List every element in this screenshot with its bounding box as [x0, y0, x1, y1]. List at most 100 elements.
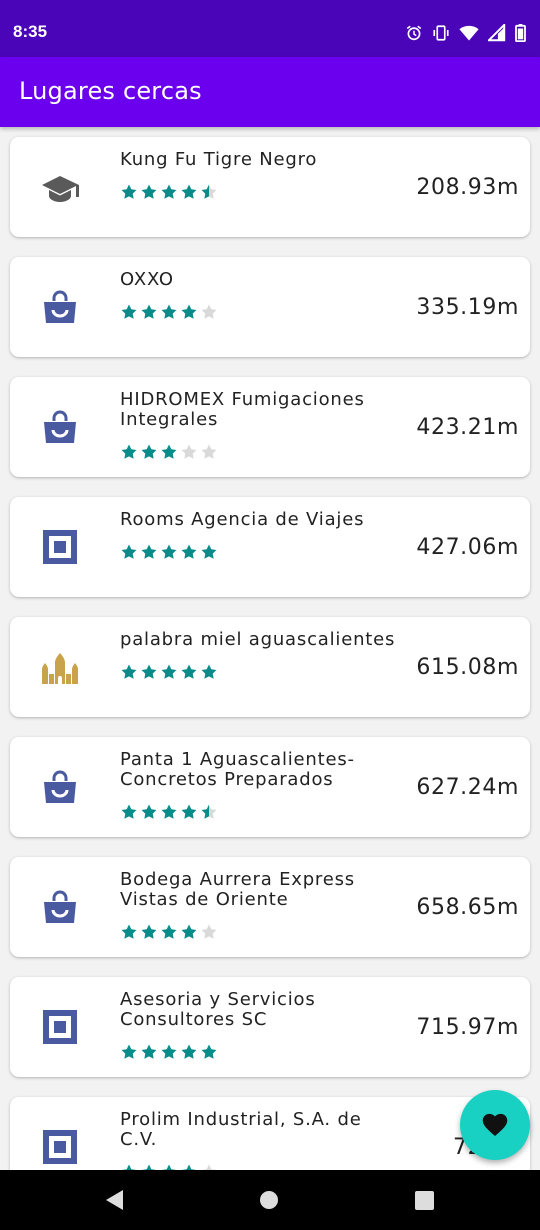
shopping-bag-icon	[40, 407, 80, 447]
heart-icon	[481, 1111, 509, 1139]
star-icon	[161, 1044, 177, 1059]
star-icon	[181, 924, 197, 939]
star-icon	[181, 664, 197, 679]
back-icon[interactable]	[103, 1189, 125, 1211]
star-icon	[141, 184, 157, 199]
recents-icon[interactable]	[413, 1189, 435, 1211]
generic-place-icon	[40, 527, 80, 567]
place-name: Bodega Aurrera Express Vistas de Oriente	[120, 870, 355, 910]
place-distance: 658.65m	[416, 895, 519, 920]
place-name: Asesoria y Servicios Consultores SC	[120, 990, 316, 1030]
star-icon	[161, 304, 177, 319]
star-icon	[121, 184, 137, 199]
star-icon	[181, 1164, 197, 1170]
star-icon	[121, 304, 137, 319]
star-icon	[161, 1164, 177, 1170]
star-icon	[201, 1164, 217, 1170]
rating-stars	[120, 183, 218, 203]
rating-stars	[120, 803, 218, 823]
star-icon	[161, 184, 177, 199]
star-icon	[201, 304, 217, 319]
place-name: Prolim Industrial, S.A. de C.V.	[120, 1110, 362, 1150]
star-icon	[201, 804, 217, 819]
signal-icon	[488, 24, 506, 42]
star-icon	[161, 804, 177, 819]
place-card[interactable]: Rooms Agencia de Viajes 427.06m	[10, 497, 530, 597]
star-icon	[161, 924, 177, 939]
star-icon	[181, 1044, 197, 1059]
shopping-bag-icon	[40, 287, 80, 327]
star-icon	[141, 664, 157, 679]
generic-place-icon	[40, 1007, 80, 1047]
status-bar: 8:35	[0, 0, 540, 57]
shopping-bag-icon	[40, 887, 80, 927]
star-icon	[161, 544, 177, 559]
star-icon	[141, 1044, 157, 1059]
place-distance: 427.06m	[416, 535, 519, 560]
place-name: palabra miel aguascalientes	[120, 630, 396, 650]
star-icon	[121, 1164, 137, 1170]
place-card[interactable]: Bodega Aurrera Express Vistas de Oriente…	[10, 857, 530, 957]
star-icon	[201, 924, 217, 939]
star-icon	[121, 924, 137, 939]
generic-place-icon	[40, 1127, 80, 1167]
place-name: Rooms Agencia de Viajes	[120, 510, 365, 530]
star-icon	[201, 444, 217, 459]
shopping-bag-icon	[40, 767, 80, 807]
place-distance: 615.08m	[416, 655, 519, 680]
place-card[interactable]: Prolim Industrial, S.A. de C.V. 729.5	[10, 1097, 530, 1170]
rating-stars	[120, 663, 218, 683]
star-icon	[141, 1164, 157, 1170]
rating-stars	[120, 1043, 218, 1063]
status-icons	[405, 22, 526, 44]
star-icon	[201, 184, 217, 199]
place-distance: 627.24m	[416, 775, 519, 800]
rating-stars	[120, 303, 218, 323]
battery-icon	[515, 24, 526, 42]
star-icon	[121, 444, 137, 459]
star-icon	[121, 544, 137, 559]
school-icon	[40, 167, 80, 207]
favorites-button[interactable]	[460, 1090, 530, 1160]
place-name: Panta 1 Aguascalientes-Concretos Prepara…	[120, 750, 355, 790]
star-icon	[141, 544, 157, 559]
rating-stars	[120, 443, 218, 463]
star-icon	[121, 1044, 137, 1059]
star-icon	[181, 304, 197, 319]
star-icon	[201, 664, 217, 679]
star-icon	[181, 544, 197, 559]
rating-stars	[120, 1163, 218, 1170]
place-name: HIDROMEX Fumigaciones Integrales	[120, 390, 365, 430]
place-name: Kung Fu Tigre Negro	[120, 150, 318, 170]
star-icon	[201, 544, 217, 559]
star-icon	[141, 804, 157, 819]
star-icon	[181, 804, 197, 819]
star-icon	[141, 304, 157, 319]
alarm-icon	[405, 24, 423, 42]
star-icon	[141, 924, 157, 939]
place-card[interactable]: palabra miel aguascalientes 615.08m	[10, 617, 530, 717]
place-card[interactable]: OXXO 335.19m	[10, 257, 530, 357]
place-card[interactable]: Panta 1 Aguascalientes-Concretos Prepara…	[10, 737, 530, 837]
place-distance: 208.93m	[416, 175, 519, 200]
star-icon	[121, 664, 137, 679]
wifi-icon	[459, 24, 479, 42]
star-icon	[121, 804, 137, 819]
place-card[interactable]: Kung Fu Tigre Negro 208.93m	[10, 137, 530, 237]
star-icon	[161, 664, 177, 679]
star-icon	[181, 444, 197, 459]
place-name: OXXO	[120, 270, 174, 290]
places-list[interactable]: Kung Fu Tigre Negro 208.93m OXXO 335.19m…	[0, 127, 540, 1170]
star-icon	[201, 1044, 217, 1059]
place-of-worship-icon	[40, 647, 80, 687]
app-bar: Lugares cercas	[0, 57, 540, 127]
place-card[interactable]: Asesoria y Servicios Consultores SC 715.…	[10, 977, 530, 1077]
vibrate-icon	[432, 24, 450, 42]
system-nav-bar	[0, 1170, 540, 1230]
home-icon[interactable]	[258, 1189, 280, 1211]
place-distance: 715.97m	[416, 1015, 519, 1040]
page-title: Lugares cercas	[19, 77, 202, 105]
place-card[interactable]: HIDROMEX Fumigaciones Integrales 423.21m	[10, 377, 530, 477]
place-distance: 335.19m	[416, 295, 519, 320]
star-icon	[181, 184, 197, 199]
